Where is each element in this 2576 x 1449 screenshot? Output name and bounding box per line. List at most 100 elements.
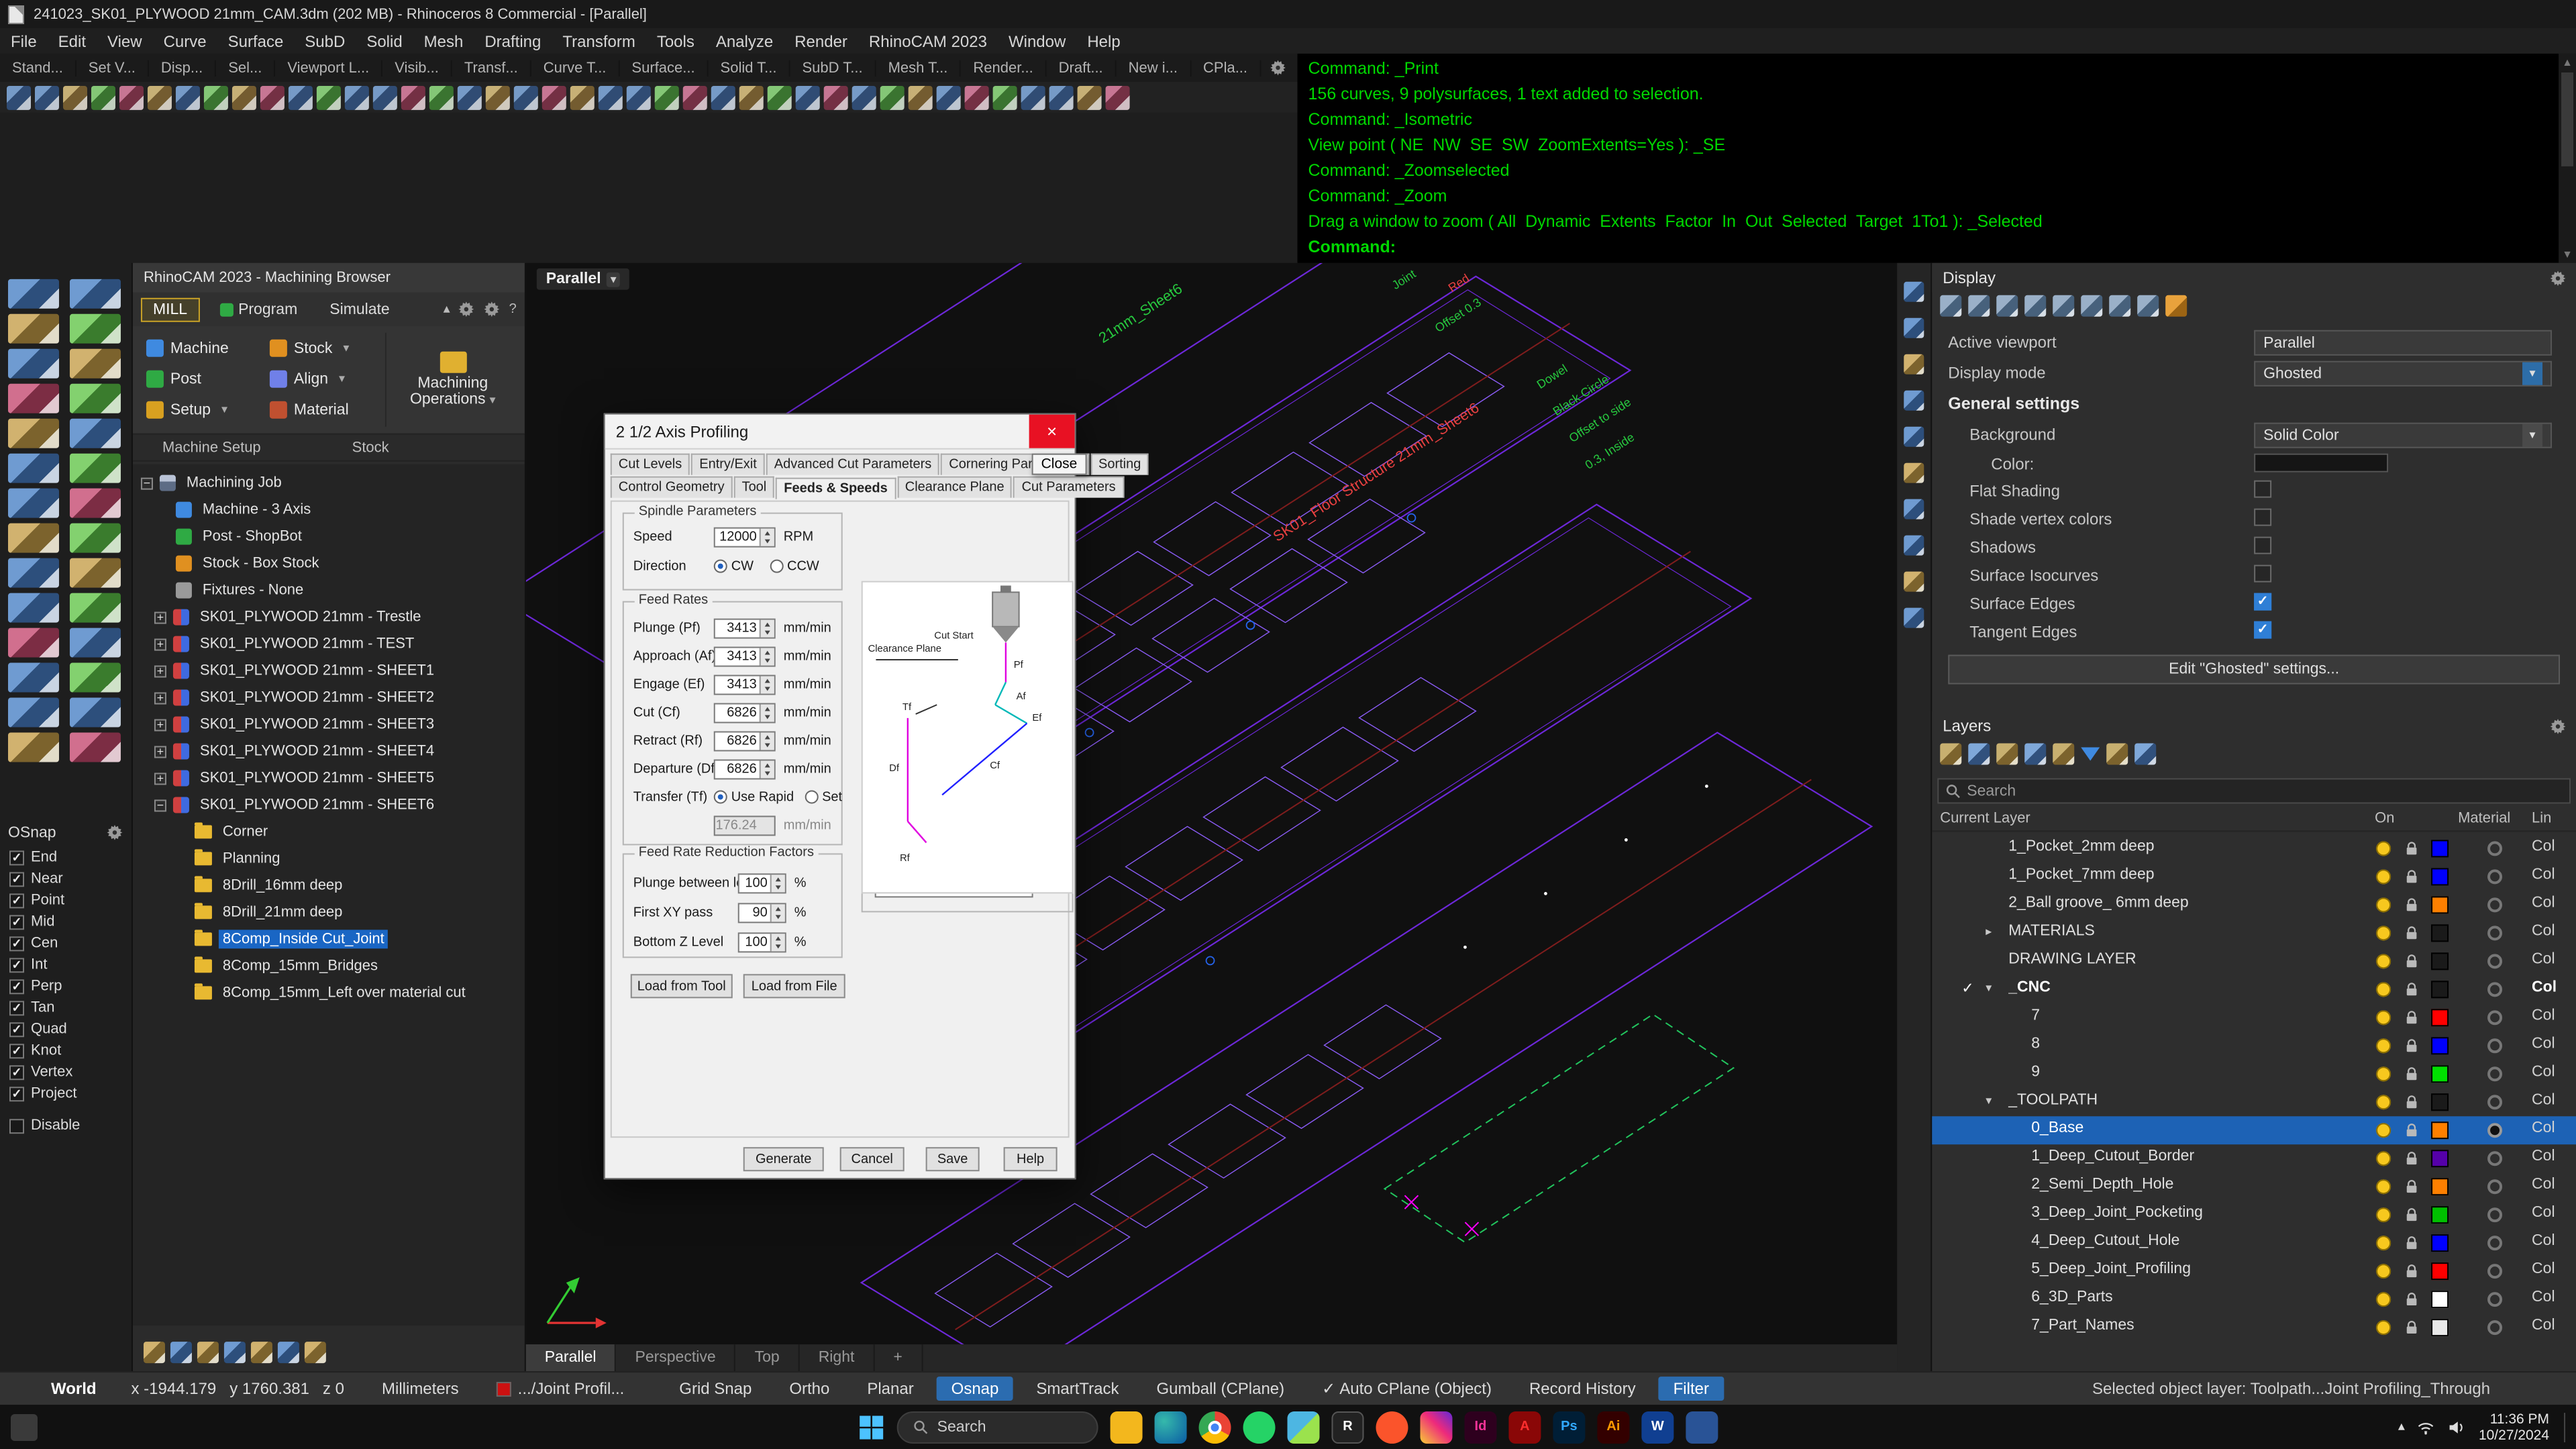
menu-view[interactable]: View (97, 32, 153, 50)
toolbar-tab[interactable]: Mesh T... (876, 60, 962, 76)
menu-render[interactable]: Render (784, 32, 858, 50)
scroll-down-icon[interactable]: ▼ (2559, 248, 2576, 260)
lock-icon[interactable] (2403, 1009, 2420, 1026)
rhino-tool-icon[interactable] (70, 314, 121, 344)
spinner-up-icon[interactable] (761, 528, 774, 537)
toolbar-icon[interactable] (35, 85, 59, 109)
spinner-down-icon[interactable] (761, 537, 774, 546)
layer-row[interactable]: 1_Deep_Cutout_BorderCol (1932, 1144, 2576, 1172)
surface-isocurves-checkbox[interactable] (2254, 565, 2271, 583)
chevron-down-icon[interactable]: ▾ (1986, 981, 1992, 995)
layer-row[interactable]: 2_Ball groove_ 6mm deepCol (1932, 891, 2576, 919)
rhino-tool-icon[interactable] (8, 419, 59, 448)
browser-tool-icon[interactable] (144, 1342, 165, 1363)
tree-item-setup[interactable]: −SK01_PLYWOOD 21mm - SHEET6 (133, 791, 525, 818)
gear-icon[interactable] (2549, 717, 2567, 735)
viewport-tab-add[interactable]: + (874, 1344, 922, 1371)
plunge-between-levels-input[interactable]: 100 (738, 872, 786, 893)
new-layer-icon[interactable] (1940, 744, 1961, 765)
layer-color-swatch[interactable] (2431, 1093, 2449, 1111)
rhino-tool-icon[interactable] (70, 558, 121, 588)
setup-button[interactable]: Setup▾ (138, 395, 262, 426)
material-icon[interactable] (2487, 1179, 2502, 1194)
toolbar-tab[interactable]: Set V... (76, 60, 149, 76)
flat-shading-checkbox[interactable] (2254, 481, 2271, 498)
edit-ghosted-settings-button[interactable]: Edit "Ghosted" settings... (1948, 655, 2560, 685)
layer-color-swatch[interactable] (2431, 840, 2449, 857)
toolbar-tab[interactable]: Viewport L... (275, 60, 382, 76)
layer-tools-icon[interactable] (2106, 744, 2128, 765)
collapse-icon[interactable]: ▴ (444, 302, 450, 317)
menu-analyze[interactable]: Analyze (705, 32, 784, 50)
layer-row[interactable]: 8Col (1932, 1032, 2576, 1060)
toolbar-icon[interactable] (683, 85, 707, 109)
lock-icon[interactable] (2403, 924, 2420, 942)
scroll-up-icon[interactable]: ▲ (2559, 56, 2576, 68)
layer-color-swatch[interactable] (2431, 981, 2449, 998)
direction-cw-radio[interactable] (714, 560, 727, 573)
layer-color-swatch[interactable] (2431, 1319, 2449, 1336)
toolbar-icon[interactable] (119, 85, 144, 109)
rhino-tool-icon[interactable] (8, 384, 59, 413)
start-button[interactable] (858, 1413, 885, 1440)
toolbar-icon[interactable] (486, 85, 510, 109)
rhino-tool-icon[interactable] (8, 698, 59, 728)
osnap-quad[interactable]: ✓Quad (0, 1018, 132, 1040)
lock-icon[interactable] (2403, 1206, 2420, 1223)
viewport-tab-right[interactable]: Right (800, 1344, 875, 1371)
display-mode-icon[interactable] (2053, 295, 2074, 317)
rhino-tool-icon[interactable] (70, 698, 121, 728)
load-from-tool-button[interactable]: Load from Tool (631, 974, 733, 998)
rhino-tool-icon[interactable] (70, 663, 121, 693)
layer-color-swatch[interactable] (2431, 1178, 2449, 1195)
new-sublayer-icon[interactable] (1968, 744, 1990, 765)
lock-icon[interactable] (2403, 1065, 2420, 1083)
lock-icon[interactable] (2403, 1093, 2420, 1111)
toolbar-icon[interactable] (599, 85, 623, 109)
layer-row[interactable]: 4_Deep_Cutout_HoleCol (1932, 1229, 2576, 1257)
tree-item-setup[interactable]: +SK01_PLYWOOD 21mm - SHEET3 (133, 711, 525, 738)
layer-color-swatch[interactable] (2431, 1009, 2449, 1026)
file-explorer-icon[interactable] (1111, 1411, 1143, 1443)
layer-color-swatch[interactable] (2431, 1065, 2449, 1083)
lock-icon[interactable] (2403, 1121, 2420, 1139)
layer-color-swatch[interactable] (2431, 1206, 2449, 1223)
edge-icon[interactable] (1155, 1411, 1187, 1443)
toggle-ortho[interactable]: Ortho (774, 1377, 844, 1401)
move-down-icon[interactable] (2053, 744, 2074, 765)
toolbar-tab[interactable]: Solid T... (709, 60, 790, 76)
layer-color-swatch[interactable] (2431, 896, 2449, 913)
layer-row-selected[interactable]: 0_BaseCol (1932, 1116, 2576, 1144)
display-mode-select[interactable]: Ghosted ▾ (2254, 361, 2552, 387)
material-icon[interactable] (2487, 1320, 2502, 1335)
osnap-vertex[interactable]: ✓Vertex (0, 1061, 132, 1083)
tree-item-setup[interactable]: +SK01_PLYWOOD 21mm - SHEET4 (133, 738, 525, 765)
toolbar-tab[interactable]: Draft... (1047, 60, 1117, 76)
opera-icon[interactable] (1376, 1411, 1408, 1443)
tree-item-operation[interactable]: 8Drill_21mm deep (133, 899, 525, 926)
layer-color-swatch[interactable] (2431, 1150, 2449, 1167)
bulb-icon[interactable] (2376, 841, 2391, 856)
tree-item-setup[interactable]: +SK01_PLYWOOD 21mm - SHEET1 (133, 658, 525, 685)
toolbar-icon[interactable] (373, 85, 397, 109)
viewport-title-menu[interactable]: Parallel ▾ (537, 268, 630, 290)
rhino-tool-icon[interactable] (70, 733, 121, 762)
toolbar-icon[interactable] (401, 85, 425, 109)
tree-item-post[interactable]: Post - ShopBot (133, 523, 525, 550)
lock-icon[interactable] (2403, 1291, 2420, 1308)
display-mode-icon[interactable] (2109, 295, 2130, 317)
units-selector[interactable]: Millimeters (382, 1379, 459, 1398)
rhino-tool-icon[interactable] (70, 628, 121, 658)
rhino-tool-icon[interactable] (8, 314, 59, 344)
rhinoceros-icon[interactable] (1332, 1411, 1364, 1443)
osnap-project[interactable]: ✓Project (0, 1083, 132, 1104)
display-mode-icon[interactable] (1940, 295, 1961, 317)
viewport-tab-parallel[interactable]: Parallel (526, 1344, 617, 1371)
help-button[interactable]: Help (1004, 1147, 1058, 1171)
panel-tab-icon[interactable] (1904, 499, 1924, 519)
panel-tab-icon[interactable] (1904, 608, 1924, 628)
tab-tool[interactable]: Tool (734, 477, 775, 498)
panel-tab-icon[interactable] (1904, 427, 1924, 447)
menu-help[interactable]: Help (1076, 32, 1131, 50)
current-layer-chip[interactable]: .../Joint Profil... (497, 1379, 625, 1398)
